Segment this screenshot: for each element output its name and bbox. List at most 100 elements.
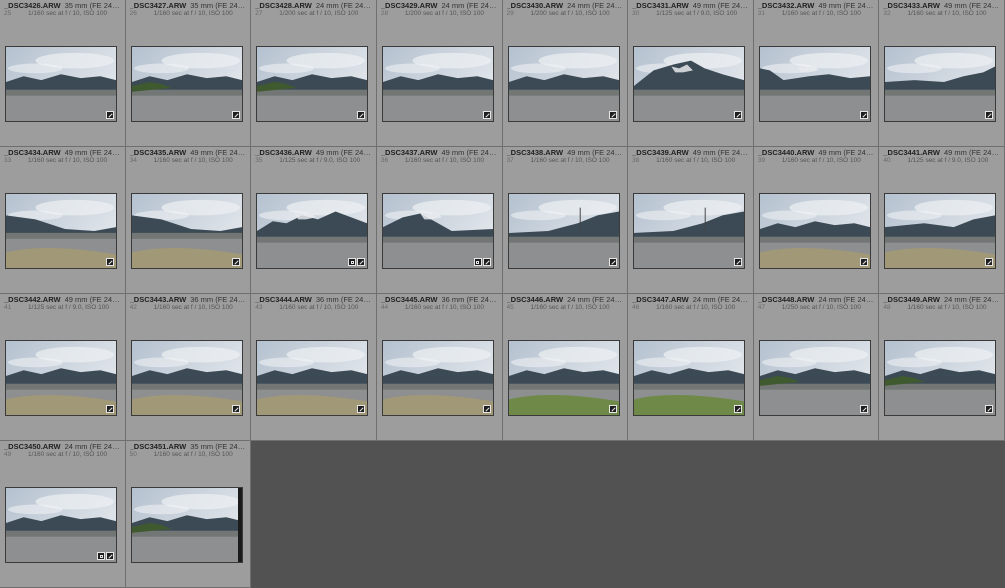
photo-cell[interactable]: _DSC3438.ARW 49 mm (FE 24-105m... 37 1/1… (502, 147, 629, 294)
photo-thumbnail[interactable] (633, 46, 746, 122)
photo-thumbnail[interactable] (5, 487, 117, 563)
photo-index: 36 (380, 157, 389, 164)
photo-exposure: 1/160 sec at f / 10, ISO 100 (404, 157, 485, 164)
photo-cell[interactable]: _DSC3433.ARW 49 mm (FE 24-105m... 32 1/1… (879, 0, 1005, 147)
edited-badge-icon[interactable] (734, 405, 743, 413)
photo-cell[interactable]: _DSC3428.ARW 24 mm (FE 24-105m... 27 1/2… (251, 0, 377, 147)
edited-badge-icon[interactable] (231, 111, 240, 119)
photo-thumbnail[interactable] (256, 193, 369, 269)
photo-thumbnail[interactable] (130, 487, 243, 563)
crop-badge-icon[interactable] (473, 258, 482, 266)
edited-badge-icon[interactable] (985, 111, 994, 119)
photo-lens: 24 mm (FE 24-105m... (567, 296, 623, 304)
edited-badge-icon[interactable] (608, 405, 617, 413)
photo-cell[interactable]: _DSC3426.ARW 35 mm (FE 24-105m... 25 1/1… (0, 0, 126, 147)
photo-thumbnail[interactable] (256, 340, 369, 416)
photo-thumbnail[interactable] (130, 340, 243, 416)
photo-cell[interactable]: _DSC3435.ARW 49 mm (FE 24-105m... 34 1/1… (125, 147, 252, 294)
photo-cell[interactable]: _DSC3434.ARW 49 mm (FE 24-105m... 33 1/1… (0, 147, 126, 294)
photo-index: 37 (506, 157, 514, 164)
edited-badge-icon[interactable] (106, 405, 114, 413)
photo-cell[interactable]: _DSC3431.ARW 49 mm (FE 24-105m... 30 1/1… (628, 0, 754, 147)
photo-cell[interactable]: _DSC3447.ARW 24 mm (FE 24-105m... 46 1/1… (628, 294, 754, 441)
photo-cell[interactable]: _DSC3440.ARW 49 mm (FE 24-105m... 39 1/1… (753, 147, 880, 294)
photo-thumbnail[interactable] (507, 46, 620, 122)
edited-badge-icon[interactable] (985, 258, 994, 266)
photo-thumbnail[interactable] (5, 193, 117, 269)
photo-cell[interactable]: _DSC3444.ARW 36 mm (FE 24-105m... 43 1/1… (251, 294, 377, 441)
edited-badge-icon[interactable] (357, 111, 366, 119)
photo-info: _DSC3449.ARW 24 mm (FE 24-105m... 48 1/1… (879, 294, 1004, 314)
thumbnail-badges (608, 111, 617, 119)
thumbnail-badges (231, 111, 240, 119)
photo-filename: _DSC3432.ARW (757, 2, 815, 10)
edited-badge-icon[interactable] (608, 111, 617, 119)
photo-cell[interactable]: _DSC3432.ARW 49 mm (FE 24-105m... 31 1/1… (753, 0, 880, 147)
edited-badge-icon[interactable] (608, 258, 617, 266)
photo-cell[interactable]: _DSC3427.ARW 35 mm (FE 24-105m... 26 1/1… (125, 0, 252, 147)
photo-cell[interactable]: _DSC3442.ARW 49 mm (FE 24-105m... 41 1/1… (0, 294, 126, 441)
edited-badge-icon[interactable] (106, 552, 114, 560)
photo-thumbnail[interactable] (758, 46, 871, 122)
edited-badge-icon[interactable] (357, 258, 366, 266)
photo-info: _DSC3445.ARW 36 mm (FE 24-105m... 44 1/1… (377, 294, 502, 314)
photo-thumbnail[interactable] (633, 193, 746, 269)
edited-badge-icon[interactable] (231, 258, 240, 266)
photo-exposure: 1/160 sec at f / 10, ISO 100 (907, 10, 987, 17)
edited-badge-icon[interactable] (231, 405, 240, 413)
photo-cell[interactable]: _DSC3451.ARW 35 mm (FE 24-105m... 50 1/1… (125, 441, 252, 588)
edited-badge-icon[interactable] (106, 258, 114, 266)
photo-thumbnail[interactable] (256, 46, 369, 122)
edited-badge-icon[interactable] (985, 405, 994, 413)
edited-badge-icon[interactable] (482, 111, 491, 119)
photo-exposure: 1/160 sec at f / 10, ISO 100 (530, 304, 610, 311)
photo-cell[interactable]: _DSC3445.ARW 36 mm (FE 24-105m... 44 1/1… (376, 294, 503, 441)
edited-badge-icon[interactable] (106, 111, 114, 119)
photo-info: _DSC3441.ARW 49 mm (FE 24-105m... 40 1/1… (879, 147, 1004, 167)
photo-thumbnail[interactable] (130, 193, 243, 269)
photo-exposure: 1/160 sec at f / 10, ISO 100 (28, 10, 108, 17)
photo-lens: 49 mm (FE 24-105m... (943, 2, 1000, 10)
crop-badge-icon[interactable] (97, 552, 105, 560)
photo-thumbnail[interactable] (507, 340, 620, 416)
photo-cell[interactable]: _DSC3450.ARW 24 mm (FE 24-105m... 49 1/1… (0, 441, 126, 588)
photo-thumbnail[interactable] (633, 340, 746, 416)
photo-cell[interactable]: _DSC3436.ARW 49 mm (FE 24-105m... 35 1/1… (251, 147, 377, 294)
photo-index: 38 (632, 157, 640, 164)
photo-cell[interactable]: _DSC3441.ARW 49 mm (FE 24-105m... 40 1/1… (879, 147, 1005, 294)
photo-thumbnail[interactable] (381, 340, 494, 416)
photo-thumbnail[interactable] (884, 46, 997, 122)
thumbnail-badges (734, 258, 743, 266)
edited-badge-icon[interactable] (482, 258, 491, 266)
photo-thumbnail[interactable] (758, 193, 871, 269)
photo-cell[interactable]: _DSC3430.ARW 24 mm (FE 24-105m... 29 1/2… (502, 0, 629, 147)
photo-index: 40 (883, 157, 891, 164)
edited-badge-icon[interactable] (734, 258, 743, 266)
edited-badge-icon[interactable] (859, 405, 868, 413)
photo-thumbnail[interactable] (381, 193, 494, 269)
photo-cell[interactable]: _DSC3429.ARW 24 mm (FE 24-105m... 28 1/2… (376, 0, 503, 147)
photo-thumbnail[interactable] (5, 46, 117, 122)
photo-cell[interactable]: _DSC3448.ARW 24 mm (FE 24-105m... 47 1/2… (753, 294, 880, 441)
photo-filename: _DSC3428.ARW (255, 2, 312, 10)
photo-cell[interactable]: _DSC3446.ARW 24 mm (FE 24-105m... 45 1/1… (502, 294, 629, 441)
crop-badge-icon[interactable] (348, 258, 357, 266)
photo-thumbnail[interactable] (381, 46, 494, 122)
edited-badge-icon[interactable] (859, 258, 868, 266)
edited-badge-icon[interactable] (482, 405, 491, 413)
photo-cell[interactable]: _DSC3443.ARW 36 mm (FE 24-105m... 42 1/1… (125, 294, 252, 441)
photo-cell[interactable]: _DSC3449.ARW 24 mm (FE 24-105m... 48 1/1… (879, 294, 1005, 441)
photo-cell[interactable]: _DSC3437.ARW 49 mm (FE 24-105m... 36 1/1… (376, 147, 503, 294)
photo-exposure: 1/160 sec at f / 10, ISO 100 (656, 157, 736, 164)
photo-thumbnail[interactable] (5, 340, 117, 416)
photo-cell[interactable]: _DSC3439.ARW 49 mm (FE 24-105m... 38 1/1… (628, 147, 754, 294)
photo-thumbnail[interactable] (884, 340, 997, 416)
edited-badge-icon[interactable] (734, 111, 743, 119)
photo-thumbnail[interactable] (758, 340, 871, 416)
photo-thumbnail[interactable] (130, 46, 243, 122)
edited-badge-icon[interactable] (357, 405, 366, 413)
photo-thumbnail[interactable] (884, 193, 997, 269)
photo-thumbnail[interactable] (507, 193, 620, 269)
photo-lens: 24 mm (FE 24-105m... (441, 2, 497, 10)
edited-badge-icon[interactable] (859, 111, 868, 119)
